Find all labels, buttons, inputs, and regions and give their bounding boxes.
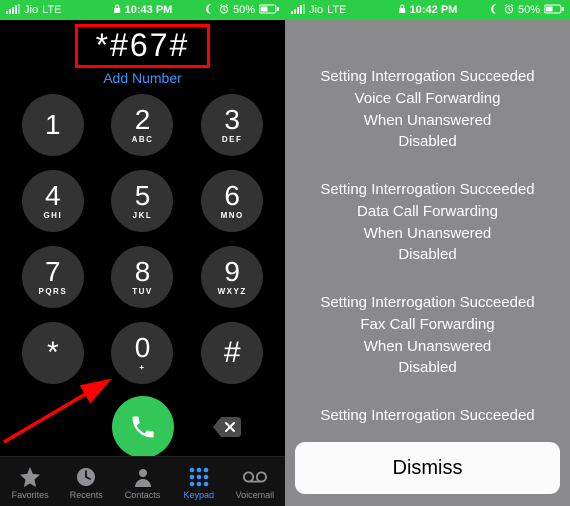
result-line: When Unanswered xyxy=(303,336,552,358)
signal-icon xyxy=(291,4,305,17)
alarm-icon xyxy=(219,4,229,17)
tab-label: Keypad xyxy=(183,490,214,500)
result-line: Setting Interrogation Succeeded xyxy=(303,292,552,314)
key-0[interactable]: 0+ xyxy=(111,322,173,384)
result-body: Setting Interrogation Succeeded Voice Ca… xyxy=(285,20,570,427)
status-bar: Jio LTE 10:43 PM 50% xyxy=(0,0,285,20)
tab-voicemail[interactable]: Voicemail xyxy=(227,466,283,500)
key-9[interactable]: 9WXYZ xyxy=(201,246,263,308)
keypad: 1 2ABC 3DEF 4GHI 5JKL 6MNO 7PQRS 8TUV 9W… xyxy=(0,86,285,384)
result-line: Setting Interrogation Succeeded xyxy=(303,179,552,201)
delete-button[interactable] xyxy=(211,415,243,439)
result-line: Fax Call Forwarding xyxy=(303,314,552,336)
dialer-screen: Jio LTE 10:43 PM 50% xyxy=(0,0,285,506)
star-icon xyxy=(18,466,42,488)
tab-bar: Favorites Recents Contacts Keypad Voicem… xyxy=(0,456,285,506)
carrier-label: Jio xyxy=(24,4,38,16)
network-label: LTE xyxy=(327,4,346,16)
battery-percent: 50% xyxy=(518,4,540,16)
backspace-icon xyxy=(212,416,242,438)
key-7[interactable]: 7PQRS xyxy=(22,246,84,308)
result-group: Setting Interrogation Succeeded Data Cal… xyxy=(303,179,552,266)
key-star[interactable]: * xyxy=(22,322,84,384)
result-line: When Unanswered xyxy=(303,223,552,245)
dialed-number: *#67# xyxy=(96,27,190,64)
key-1[interactable]: 1 xyxy=(22,94,84,156)
result-screen: Jio LTE 10:42 PM 50% xyxy=(285,0,570,506)
time-label: 10:42 PM xyxy=(410,4,458,16)
key-5[interactable]: 5JKL xyxy=(111,170,173,232)
voicemail-icon xyxy=(243,466,267,488)
tab-label: Voicemail xyxy=(236,490,275,500)
add-number-link[interactable]: Add Number xyxy=(10,70,275,86)
clock-icon xyxy=(74,466,98,488)
result-line: Disabled xyxy=(303,244,552,266)
battery-percent: 50% xyxy=(233,4,255,16)
result-line-cut: Setting Interrogation Succeeded xyxy=(303,405,552,427)
battery-icon xyxy=(544,4,564,17)
result-group: Setting Interrogation Succeeded Fax Call… xyxy=(303,292,552,379)
result-line: Voice Call Forwarding xyxy=(303,88,552,110)
result-line: Data Call Forwarding xyxy=(303,201,552,223)
call-button[interactable] xyxy=(112,396,174,458)
tab-label: Contacts xyxy=(125,490,161,500)
tab-label: Recents xyxy=(70,490,103,500)
result-line: Setting Interrogation Succeeded xyxy=(303,66,552,88)
lock-icon xyxy=(113,4,121,17)
highlight-box: *#67# xyxy=(75,24,211,68)
key-4[interactable]: 4GHI xyxy=(22,170,84,232)
result-line: When Unanswered xyxy=(303,110,552,132)
carrier-label: Jio xyxy=(309,4,323,16)
result-group: Setting Interrogation Succeeded Voice Ca… xyxy=(303,66,552,153)
status-bar: Jio LTE 10:42 PM 50% xyxy=(285,0,570,20)
key-hash[interactable]: # xyxy=(201,322,263,384)
tab-contacts[interactable]: Contacts xyxy=(114,466,170,500)
time-label: 10:43 PM xyxy=(125,4,173,16)
tab-label: Favorites xyxy=(12,490,49,500)
result-line: Disabled xyxy=(303,131,552,153)
key-6[interactable]: 6MNO xyxy=(201,170,263,232)
result-line: Disabled xyxy=(303,357,552,379)
number-display: *#67# Add Number xyxy=(0,20,285,86)
dnd-moon-icon xyxy=(490,4,500,17)
tab-keypad[interactable]: Keypad xyxy=(171,466,227,500)
key-3[interactable]: 3DEF xyxy=(201,94,263,156)
person-icon xyxy=(131,466,155,488)
keypad-icon xyxy=(187,466,211,488)
key-8[interactable]: 8TUV xyxy=(111,246,173,308)
alarm-icon xyxy=(504,4,514,17)
battery-icon xyxy=(259,4,279,17)
key-2[interactable]: 2ABC xyxy=(111,94,173,156)
signal-icon xyxy=(6,4,20,17)
network-label: LTE xyxy=(42,4,61,16)
tab-favorites[interactable]: Favorites xyxy=(2,466,58,500)
tab-recents[interactable]: Recents xyxy=(58,466,114,500)
dnd-moon-icon xyxy=(205,4,215,17)
lock-icon xyxy=(398,4,406,17)
phone-icon xyxy=(129,413,157,441)
dismiss-button[interactable]: Dismiss xyxy=(295,442,560,494)
